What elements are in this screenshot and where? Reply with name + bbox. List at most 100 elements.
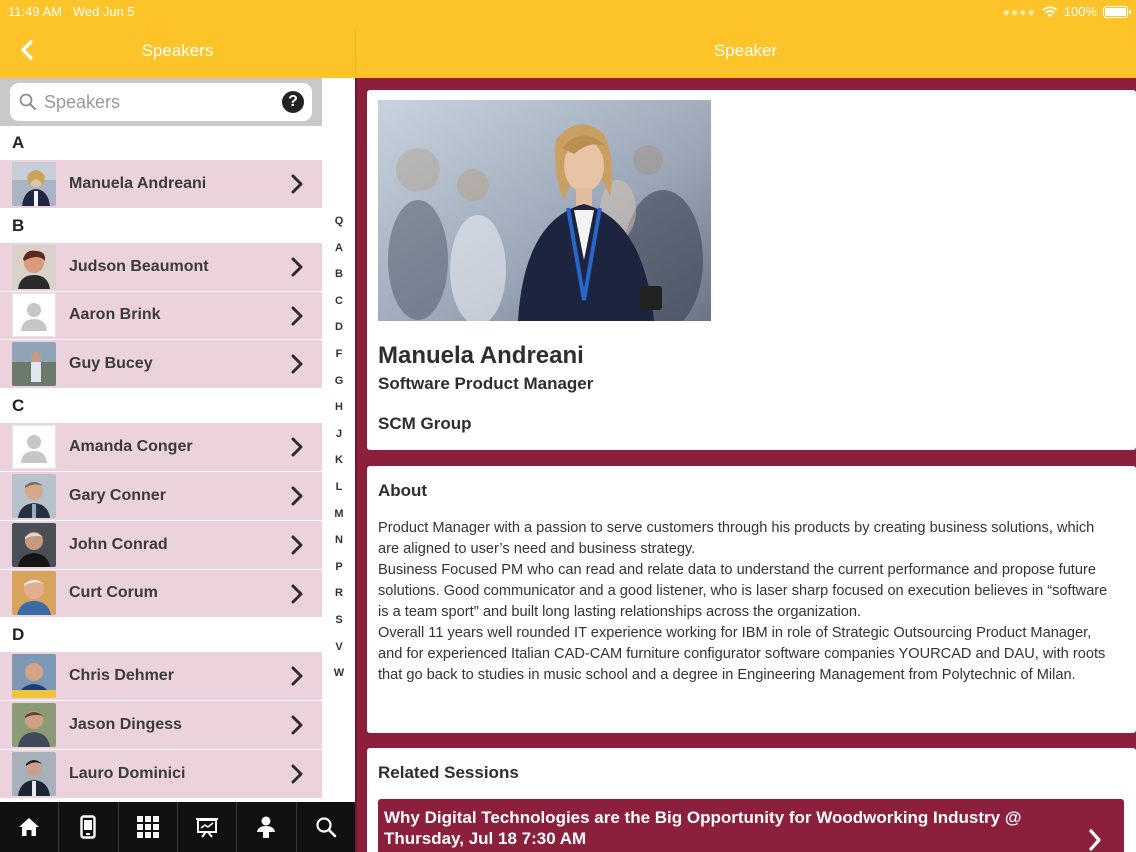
search-input[interactable] — [44, 91, 274, 113]
index-letter[interactable]: M — [326, 501, 352, 528]
chevron-right-icon — [291, 437, 303, 457]
list-item[interactable]: Curt Corum — [0, 569, 322, 619]
battery-percent: 100% — [1063, 4, 1097, 19]
tab-sessions[interactable] — [178, 802, 238, 852]
speaker-name: Manuela Andreani — [378, 342, 584, 369]
about-heading: About — [378, 481, 428, 500]
about-card: About Product Manager with a passion to … — [367, 466, 1136, 733]
list-item[interactable]: Manuela Andreani — [0, 160, 322, 209]
index-letter[interactable]: P — [326, 554, 352, 581]
tab-device[interactable] — [59, 802, 119, 852]
speaker-detail-panel: Manuela Andreani Software Product Manage… — [355, 78, 1136, 852]
presentation-icon — [196, 818, 219, 838]
avatar — [12, 654, 56, 699]
chevron-right-icon — [291, 486, 303, 506]
speaker-company: SCM Group — [378, 414, 472, 433]
chevron-right-icon — [291, 306, 303, 326]
alphabet-index[interactable]: Q A B C D F G H J K L M N P R S V W — [326, 208, 352, 687]
index-letter[interactable]: F — [326, 341, 352, 368]
search-bar: ? — [0, 78, 322, 126]
index-letter[interactable]: N — [326, 527, 352, 554]
tab-grid[interactable] — [119, 802, 178, 852]
search-box[interactable]: ? — [10, 83, 312, 121]
chevron-right-icon — [291, 174, 303, 194]
about-paragraph: Product Manager with a passion to serve … — [378, 520, 1095, 557]
index-letter[interactable]: G — [326, 368, 352, 395]
list-item-name: Gary Conner — [69, 486, 166, 504]
list-item[interactable]: Amanda Conger — [0, 423, 322, 472]
list-item[interactable]: Judson Beaumont — [0, 242, 322, 292]
index-letter[interactable]: K — [326, 447, 352, 474]
index-letter[interactable]: J — [326, 421, 352, 448]
chevron-right-icon — [291, 715, 303, 735]
related-sessions-heading: Related Sessions — [378, 763, 519, 782]
index-letter[interactable]: C — [326, 288, 352, 315]
list-item[interactable]: Lauro Dominici — [0, 749, 322, 799]
index-letter[interactable]: A — [326, 235, 352, 262]
list-item-name: Manuela Andreani — [69, 174, 207, 192]
tab-speakers[interactable] — [237, 802, 297, 852]
session-item[interactable]: Why Digital Technologies are the Big Opp… — [378, 799, 1124, 852]
index-letter[interactable]: W — [326, 660, 352, 687]
list-item-name: Guy Bucey — [69, 355, 153, 373]
tab-home[interactable] — [0, 802, 60, 852]
wifi-icon — [1042, 5, 1058, 17]
avatar — [12, 571, 56, 616]
list-item[interactable]: Aaron Brink — [0, 291, 322, 341]
avatar — [12, 342, 56, 387]
list-item-name: Amanda Conger — [69, 438, 193, 456]
avatar — [12, 703, 56, 748]
grid-icon — [136, 816, 159, 838]
list-item[interactable]: Gary Conner — [0, 471, 322, 521]
speaker-job-title: Software Product Manager — [378, 374, 594, 393]
status-time: 11:49 AM Wed Jun 5 — [8, 4, 135, 19]
index-letter[interactable]: B — [326, 261, 352, 288]
list-item-name: Judson Beaumont — [69, 257, 209, 275]
related-sessions-card: Related Sessions Why Digital Technologie… — [367, 748, 1136, 852]
chevron-right-icon — [291, 764, 303, 784]
tab-search[interactable] — [297, 802, 355, 852]
chevron-right-icon — [291, 535, 303, 555]
session-title: Why Digital Technologies are the Big Opp… — [384, 808, 1022, 848]
section-header-b: B — [0, 208, 322, 243]
section-header-d: D — [0, 618, 322, 653]
list-item-name: Curt Corum — [69, 584, 158, 602]
avatar — [12, 473, 56, 518]
section-header-a: A — [0, 126, 322, 160]
avatar-placeholder — [12, 425, 56, 470]
bottom-tab-bar — [0, 802, 355, 852]
search-icon — [316, 817, 337, 838]
about-paragraph: Business Focused PM who can read and rel… — [378, 562, 1108, 620]
index-letter[interactable]: R — [326, 580, 352, 607]
top-bar: 11:49 AM Wed Jun 5 ●●●● 100% Speakers Sp… — [0, 0, 1136, 78]
search-icon — [19, 93, 36, 110]
right-panel-title: Speaker — [713, 41, 778, 60]
signal-dots-icon: ●●●● — [1002, 4, 1036, 19]
list-item[interactable]: Chris Dehmer — [0, 652, 322, 702]
index-letter[interactable]: V — [326, 634, 352, 661]
speaker-icon — [257, 816, 276, 838]
speaker-photo — [378, 100, 711, 321]
help-icon[interactable]: ? — [282, 91, 304, 113]
chevron-right-icon — [291, 666, 303, 686]
about-paragraph: Overall 11 years well rounded IT experie… — [378, 625, 1106, 683]
index-letter[interactable]: H — [326, 394, 352, 421]
avatar — [12, 522, 56, 567]
chevron-right-icon — [291, 584, 303, 604]
list-item[interactable]: Jason Dingess — [0, 701, 322, 750]
index-letter[interactable]: D — [326, 314, 352, 341]
status-indicators: ●●●● 100% — [1002, 4, 1131, 19]
list-item-name: John Conrad — [69, 535, 168, 553]
index-letter[interactable]: S — [326, 607, 352, 634]
index-letter[interactable]: Q — [326, 208, 352, 235]
list-item[interactable]: John Conrad — [0, 520, 322, 570]
avatar — [12, 161, 56, 206]
list-item[interactable]: Guy Bucey — [0, 340, 322, 390]
chevron-right-icon — [291, 257, 303, 277]
list-item-name: Chris Dehmer — [69, 667, 174, 685]
battery-icon — [1103, 5, 1131, 18]
index-letter[interactable]: L — [326, 474, 352, 501]
avatar — [12, 244, 56, 289]
device-icon — [80, 815, 97, 839]
speaker-list-panel: ? A Manuela Andreani B Judson Beaumont A… — [0, 78, 355, 802]
